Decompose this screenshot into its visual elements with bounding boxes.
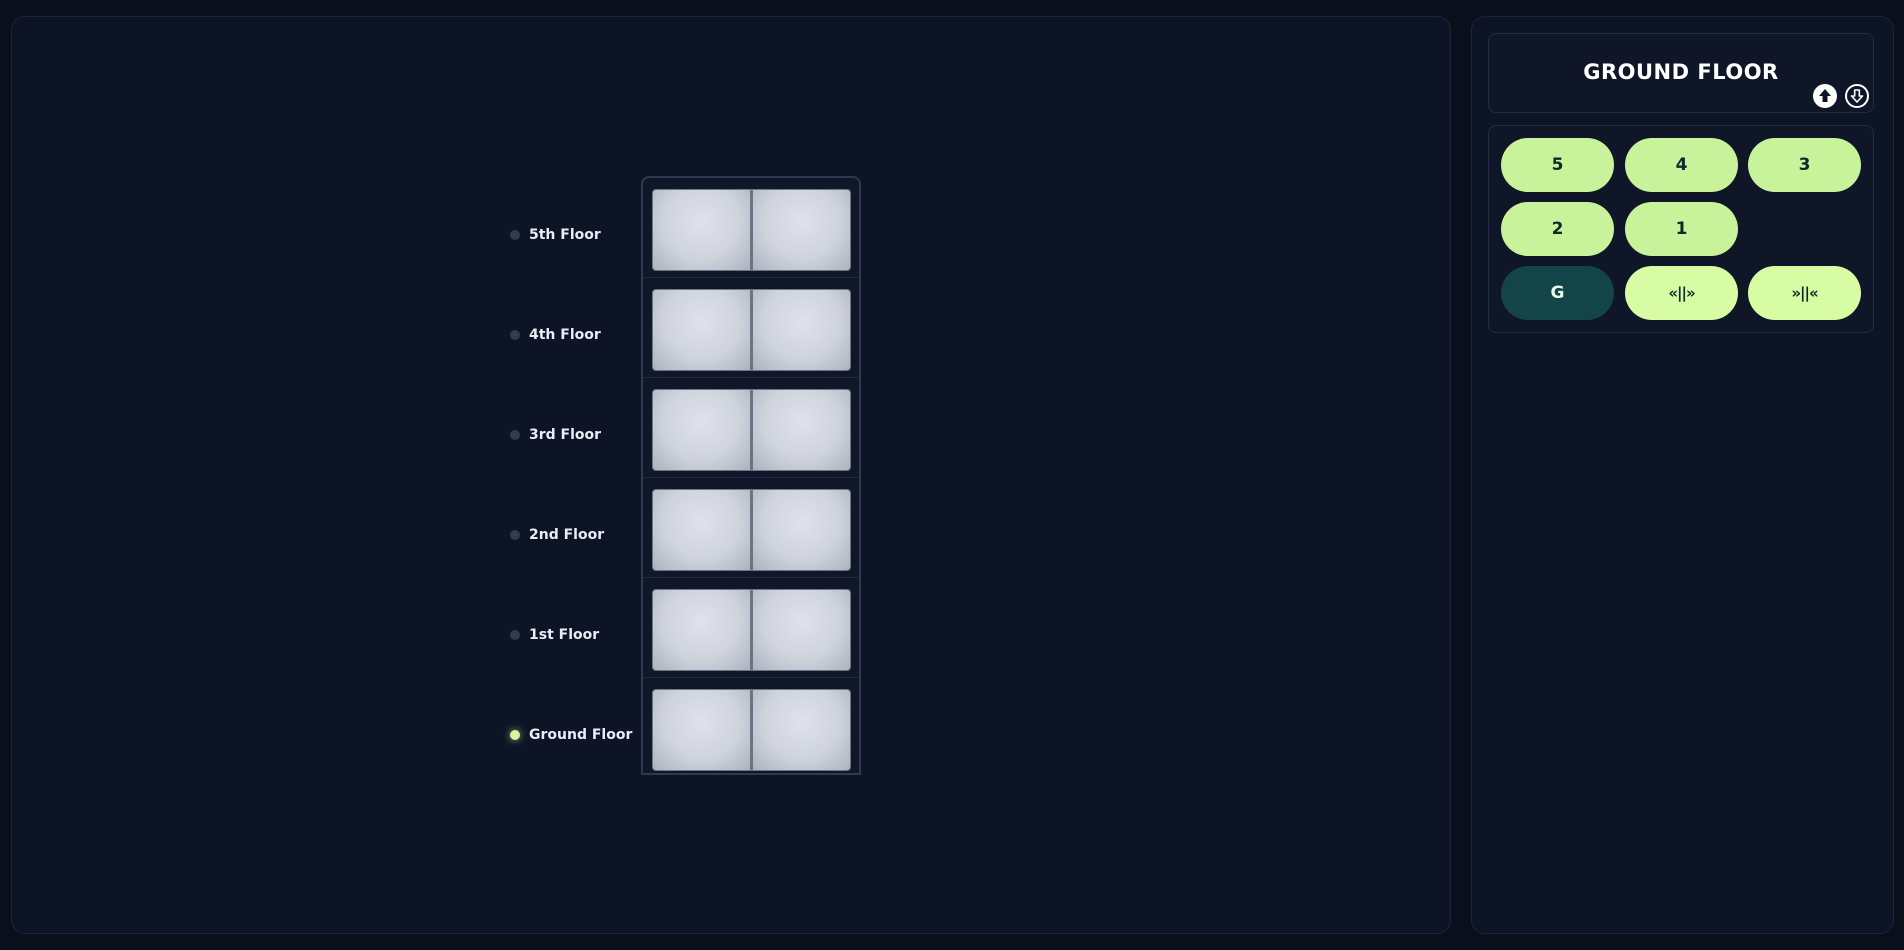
door-right — [752, 690, 850, 770]
close-doors-button[interactable]: »||« — [1748, 266, 1861, 320]
arrow-up-circle-icon — [1813, 84, 1837, 108]
elevator-doors — [652, 589, 851, 671]
floor-button-ground[interactable]: G — [1501, 266, 1614, 320]
door-left — [653, 690, 752, 770]
floor-label-1: 1st Floor — [510, 625, 599, 645]
door-left — [653, 290, 752, 370]
elevator-doors — [652, 189, 851, 271]
floor-label-3: 3rd Floor — [510, 425, 601, 445]
floor-indicator-dot — [510, 430, 520, 440]
floor-indicator-dot — [510, 530, 520, 540]
elevator-doors — [652, 489, 851, 571]
shaft-floor-ground — [643, 678, 859, 778]
floor-label-text: 1st Floor — [529, 627, 600, 643]
elevator-shaft — [641, 176, 861, 775]
floor-label-text: 2nd Floor — [529, 527, 605, 543]
elevator-doors — [652, 689, 851, 771]
floor-label-5: 5th Floor — [510, 225, 601, 245]
floor-button-4[interactable]: 4 — [1625, 138, 1738, 192]
door-left — [653, 190, 752, 270]
floor-label-text: 3rd Floor — [529, 427, 602, 443]
floor-indicator-dot — [510, 330, 520, 340]
floor-label-4: 4th Floor — [510, 325, 601, 345]
door-right — [752, 590, 850, 670]
elevator-doors — [652, 289, 851, 371]
door-right — [752, 390, 850, 470]
floor-button-1[interactable]: 1 — [1625, 202, 1738, 256]
door-left — [653, 490, 752, 570]
elevator-doors — [652, 389, 851, 471]
floor-button-3[interactable]: 3 — [1748, 138, 1861, 192]
floor-label-text: Ground Floor — [529, 727, 633, 743]
door-right — [752, 290, 850, 370]
shaft-floor-1 — [643, 578, 859, 678]
door-left — [653, 590, 752, 670]
current-floor-display: GROUND FLOOR — [1583, 60, 1779, 84]
arrow-down-circle-icon — [1845, 84, 1869, 108]
floor-indicator-dot — [510, 630, 520, 640]
shaft-floor-4 — [643, 278, 859, 378]
floor-label-text: 5th Floor — [529, 227, 601, 243]
shaft-floor-3 — [643, 378, 859, 478]
door-right — [752, 490, 850, 570]
shaft-floor-2 — [643, 478, 859, 578]
floor-indicator-dot-active — [510, 730, 520, 740]
floor-button-5[interactable]: 5 — [1501, 138, 1614, 192]
shaft-floor-5 — [643, 178, 859, 278]
keypad: 5 4 3 2 1 G «||» »||« — [1488, 125, 1874, 333]
door-right — [752, 190, 850, 270]
door-left — [653, 390, 752, 470]
floor-label-ground: Ground Floor — [510, 725, 632, 745]
floor-label-2: 2nd Floor — [510, 525, 604, 545]
floor-indicator-dot — [510, 230, 520, 240]
floor-button-2[interactable]: 2 — [1501, 202, 1614, 256]
floor-label-text: 4th Floor — [529, 327, 601, 343]
open-doors-button[interactable]: «||» — [1625, 266, 1738, 320]
